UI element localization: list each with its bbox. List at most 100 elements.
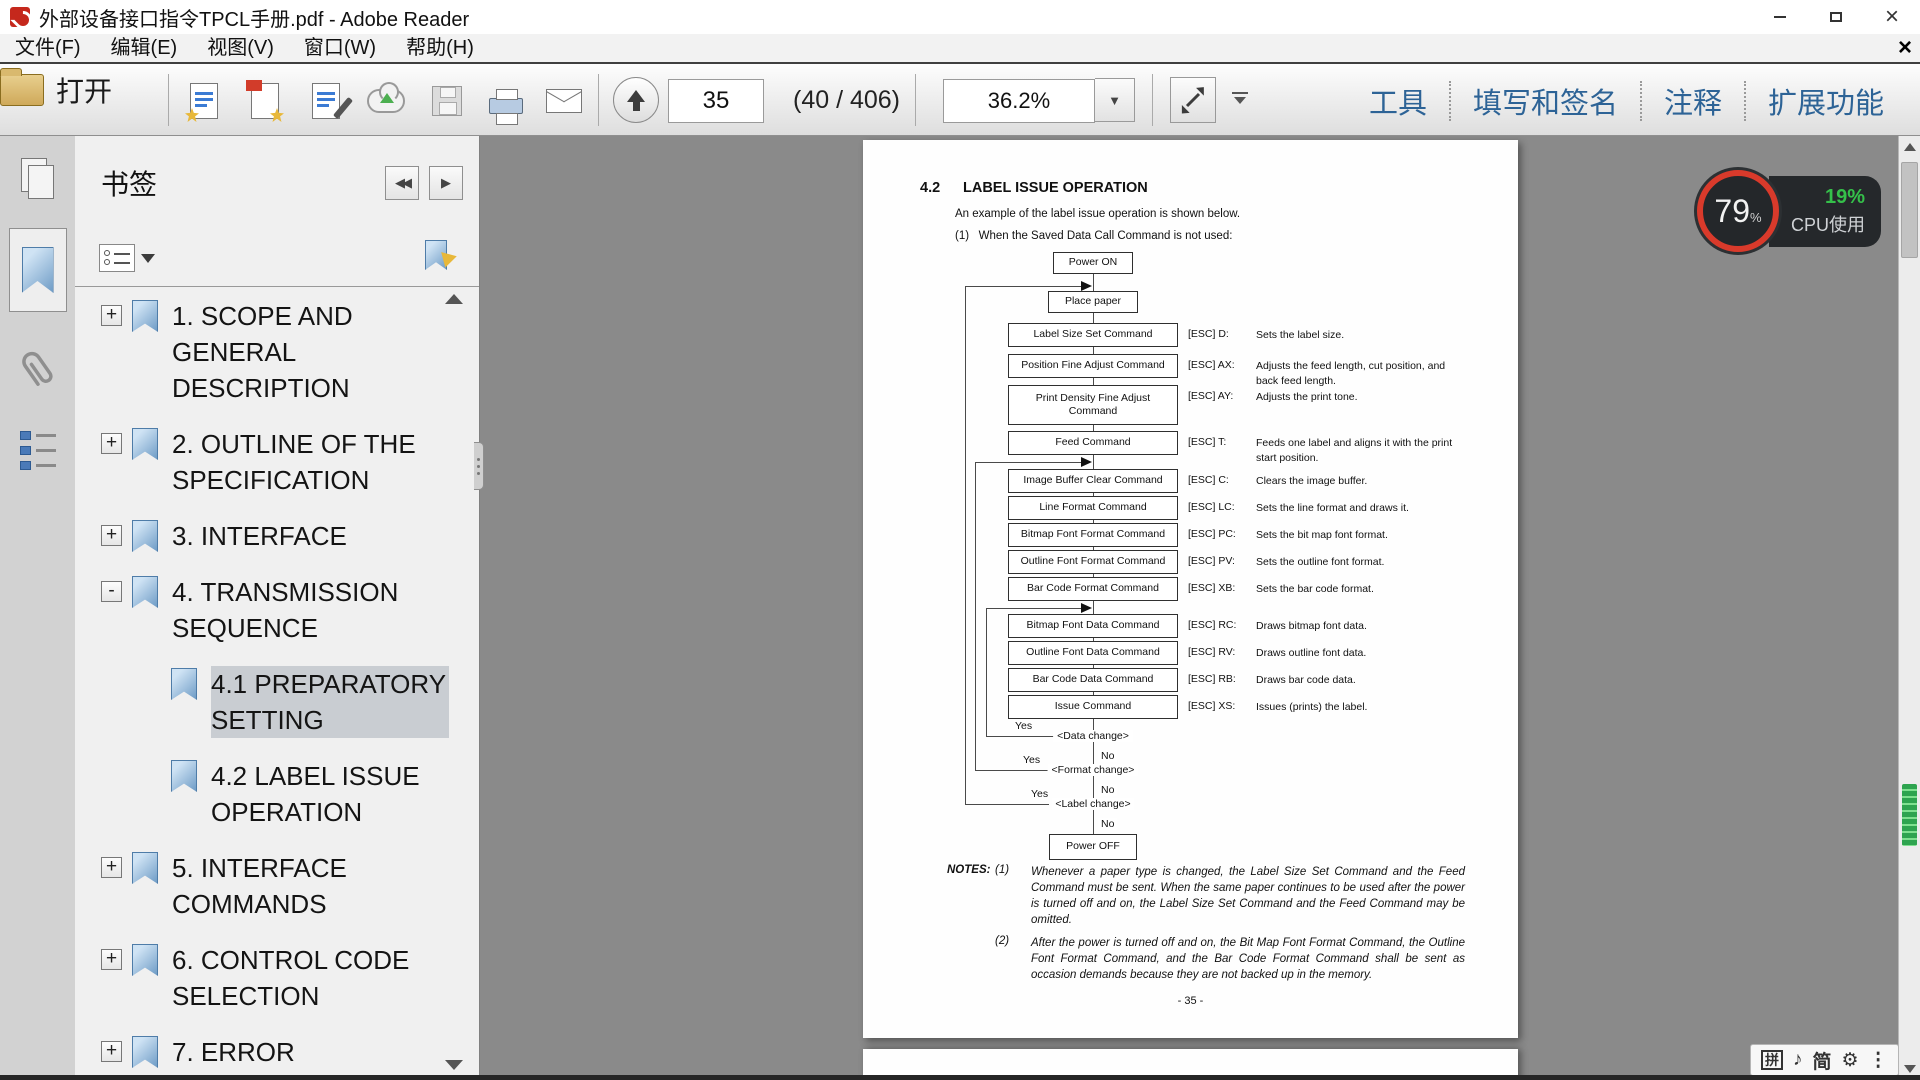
model-tree-row: [20, 446, 56, 455]
panel-resize-handle[interactable]: [474, 442, 484, 490]
toolbar-tab-3[interactable]: 注释: [1642, 80, 1744, 122]
zoom-input[interactable]: [943, 79, 1095, 123]
bookmark-expander[interactable]: +: [101, 949, 122, 970]
print-button[interactable]: [484, 76, 528, 126]
document-scrollbar[interactable]: [1898, 136, 1920, 1080]
forward-button[interactable]: ▶: [429, 166, 463, 200]
menu-item[interactable]: 编辑(E): [96, 34, 193, 62]
scroll-up-icon: [1904, 143, 1916, 151]
email-button[interactable]: [542, 76, 586, 126]
page-up-stem: [633, 102, 640, 111]
music-note-icon[interactable]: ♪: [1793, 1049, 1803, 1071]
menu-item[interactable]: 帮助(H): [391, 34, 489, 62]
bookmark-item[interactable]: -4. TRANSMISSION SEQUENCE: [75, 564, 479, 656]
bookmark-options-icon[interactable]: [99, 244, 135, 272]
save-icon: [432, 86, 462, 116]
export-bookmark-button[interactable]: [425, 240, 455, 276]
page-up-button[interactable]: [613, 77, 659, 123]
sign-button[interactable]: [304, 76, 348, 126]
sign-document-icon: [312, 83, 340, 119]
scroll-down-icon[interactable]: [445, 1060, 463, 1070]
flow-line: [975, 462, 1083, 463]
pinyin-icon[interactable]: 拼: [1761, 1050, 1783, 1070]
collapse-panel-button[interactable]: ◀◀: [385, 166, 419, 200]
bookmark-item[interactable]: +3. INTERFACE: [75, 508, 479, 564]
toolbar-tab-1[interactable]: 工具: [1347, 80, 1449, 122]
flow-line: [965, 804, 1049, 805]
bookmark-expander[interactable]: -: [101, 581, 122, 602]
esc-code: [ESC] XB:: [1188, 582, 1235, 594]
attachments-button[interactable]: [16, 346, 60, 403]
notes-list: (1)Whenever a paper type is changed, the…: [995, 864, 1465, 990]
bookmark-expander[interactable]: +: [101, 525, 122, 546]
page-thumbnails-icon[interactable]: [21, 158, 55, 200]
save-button[interactable]: [425, 76, 469, 126]
bookmarks-panel-header: 书签 ◀◀ ▶: [75, 136, 479, 230]
esc-code: [ESC] D:: [1188, 328, 1229, 340]
scrollbar-up-button[interactable]: [1899, 136, 1920, 158]
bookmark-item[interactable]: +1. SCOPE AND GENERAL DESCRIPTION: [75, 288, 479, 416]
maximize-button[interactable]: [1808, 0, 1864, 34]
menu-item[interactable]: 文件(F): [0, 34, 96, 62]
cpu-gauge-widget[interactable]: 79 % 19% CPU使用: [1697, 166, 1881, 256]
zoom-dropdown-button[interactable]: ▼: [1095, 78, 1135, 122]
esc-code: [ESC] PC:: [1188, 528, 1236, 540]
toolbar-tab-2[interactable]: 填写和签名: [1451, 80, 1640, 122]
model-tree-button[interactable]: [20, 431, 56, 471]
minimize-icon: [1774, 16, 1786, 18]
page-footer: - 35 -: [863, 995, 1518, 1007]
more-icon[interactable]: ⋮: [1869, 1049, 1888, 1072]
esc-code: [ESC] PV:: [1188, 555, 1235, 567]
toolbar-tab-4[interactable]: 扩展功能: [1746, 80, 1906, 122]
esc-description: Draws bar code data.: [1256, 673, 1470, 688]
create-pdf-button[interactable]: [243, 76, 287, 126]
bookmark-list: +1. SCOPE AND GENERAL DESCRIPTION+2. OUT…: [75, 288, 479, 1080]
note-text: After the power is turned off and on, th…: [1031, 935, 1465, 983]
export-arrow-icon: [441, 248, 459, 267]
bookmark-item[interactable]: +6. CONTROL CODE SELECTION: [75, 932, 479, 1024]
bookmark-item[interactable]: +5. INTERFACE COMMANDS: [75, 840, 479, 932]
esc-code: [ESC] RB:: [1188, 673, 1236, 685]
bookmark-expander[interactable]: +: [101, 305, 122, 326]
navigation-rail: [0, 136, 75, 1080]
esc-code: [ESC] RC:: [1188, 619, 1236, 631]
bookmark-item[interactable]: +2. OUTLINE OF THE SPECIFICATION: [75, 416, 479, 508]
toolbar-separator: [1152, 74, 1153, 126]
bookmarks-panel-button[interactable]: [9, 228, 67, 312]
bookmark-expander[interactable]: +: [101, 857, 122, 878]
scroll-up-icon[interactable]: [445, 294, 463, 304]
bookmark-item[interactable]: 4.1 PREPARATORY SETTING: [75, 656, 479, 748]
bookmark-expander[interactable]: +: [101, 1041, 122, 1062]
options-dropdown-icon[interactable]: [141, 254, 155, 263]
bookmark-item[interactable]: 4.2 LABEL ISSUE OPERATION: [75, 748, 479, 840]
fit-window-button[interactable]: [1170, 77, 1216, 123]
close-document-icon[interactable]: ×: [1898, 34, 1912, 62]
bookmark-icon: [132, 944, 158, 976]
simplified-chinese-icon[interactable]: 简: [1813, 1047, 1832, 1074]
menu-item[interactable]: 窗口(W): [289, 34, 391, 62]
flow-line: [965, 286, 966, 804]
maximize-icon: [1830, 12, 1842, 22]
open-button[interactable]: 打开: [0, 64, 150, 116]
no-label: No: [1098, 750, 1117, 762]
bookmark-expander[interactable]: +: [101, 433, 122, 454]
esc-code: [ESC] XS:: [1188, 700, 1235, 712]
bookmark-item[interactable]: +7. ERROR: [75, 1024, 479, 1080]
esc-description: Issues (prints) the label.: [1256, 700, 1470, 715]
flow-box: Bitmap Font Format Command: [1008, 523, 1178, 547]
open-folder-icon: [0, 74, 44, 106]
minimize-button[interactable]: [1752, 0, 1808, 34]
note-number: (2): [995, 935, 1031, 983]
toolbar-more-button[interactable]: [1230, 92, 1250, 104]
page-number-input[interactable]: [668, 79, 764, 123]
cloud-upload-button[interactable]: [364, 76, 408, 126]
flow-box: Issue Command: [1008, 695, 1178, 719]
bookmark-icon: [132, 1036, 158, 1068]
scrollbar-thumb[interactable]: [1901, 162, 1918, 258]
menu-item[interactable]: 视图(V): [192, 34, 289, 62]
send-file-button[interactable]: [182, 76, 226, 126]
cpu-usage-value: 19%: [1825, 186, 1865, 209]
settings-icon[interactable]: ⚙: [1842, 1049, 1859, 1072]
close-button[interactable]: ×: [1864, 0, 1920, 34]
bookmark-label: 2. OUTLINE OF THE SPECIFICATION: [172, 426, 449, 498]
